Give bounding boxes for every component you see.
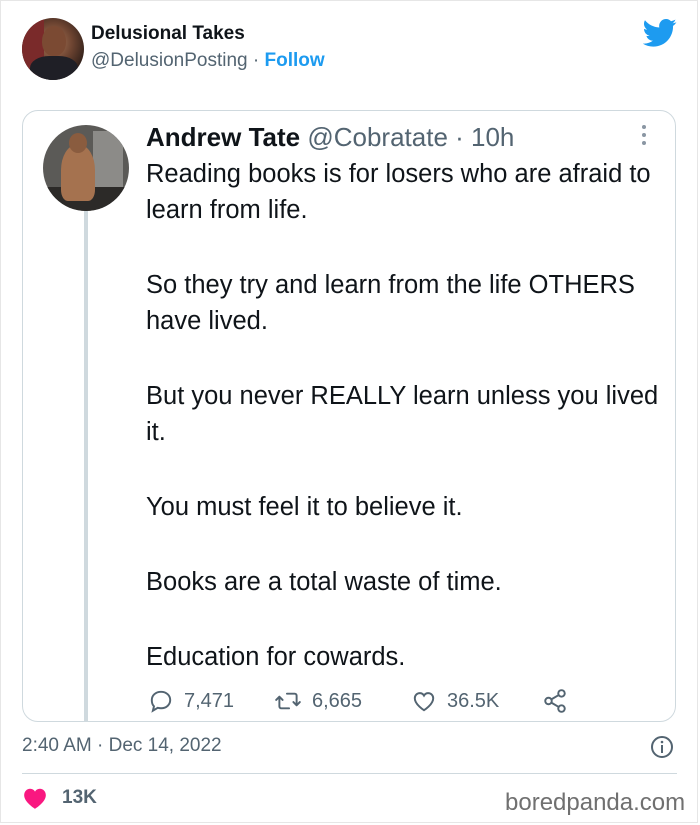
author-handle[interactable]: @DelusionPosting [91,50,248,71]
quoted-handle-time: @Cobratate · 10h [300,122,515,152]
quoted-tweet-text: Reading books is for losers who are afra… [146,156,666,675]
info-icon[interactable] [650,735,674,759]
tweet-timestamp[interactable]: 2:40 AM · Dec 14, 2022 [22,735,222,757]
heart-outline-icon [413,692,435,712]
source-watermark: boredpanda.com [505,789,686,816]
like-button[interactable]: 36.5K [411,688,499,714]
twitter-bird-icon[interactable] [643,18,677,48]
quoted-author-avatar[interactable] [43,125,129,211]
retweet-icon [275,692,301,710]
like-count: 36.5K [447,689,500,712]
retweet-button[interactable]: 6,665 [274,688,362,714]
tweet-paragraph: Education for cowards. [146,643,406,671]
outer-like-count: 13K [62,787,97,808]
footer-divider [22,773,677,774]
author-handle-line: @DelusionPosting · Follow [91,50,325,72]
author-name[interactable]: Delusional Takes [91,23,245,45]
share-icon [544,689,566,713]
share-button[interactable] [542,688,568,714]
follow-button[interactable]: Follow [264,50,324,71]
tweet-paragraph: Books are a total waste of time. [146,568,502,596]
retweet-count: 6,665 [312,689,363,712]
quoted-tweet-header: Andrew Tate @Cobratate · 10h [146,122,514,153]
author-avatar[interactable] [22,18,84,80]
thread-line [84,210,88,721]
reply-count: 7,471 [184,689,235,712]
more-vertical-icon[interactable] [637,123,651,147]
tweet-paragraph: So they try and learn from the life OTHE… [146,271,635,335]
tweet-paragraph: You must feel it to believe it. [146,493,463,521]
tweet-paragraph: Reading books is for losers who are afra… [146,160,651,224]
quoted-author-name[interactable]: Andrew Tate [146,122,300,152]
reply-button[interactable]: 7,471 [148,688,234,714]
outer-like-button[interactable]: 13K [22,786,97,810]
reply-bubble-icon [150,690,172,713]
tweet-paragraph: But you never REALLY learn unless you li… [146,382,659,446]
heart-filled-icon [24,788,46,809]
handle-separator: · [247,50,265,71]
